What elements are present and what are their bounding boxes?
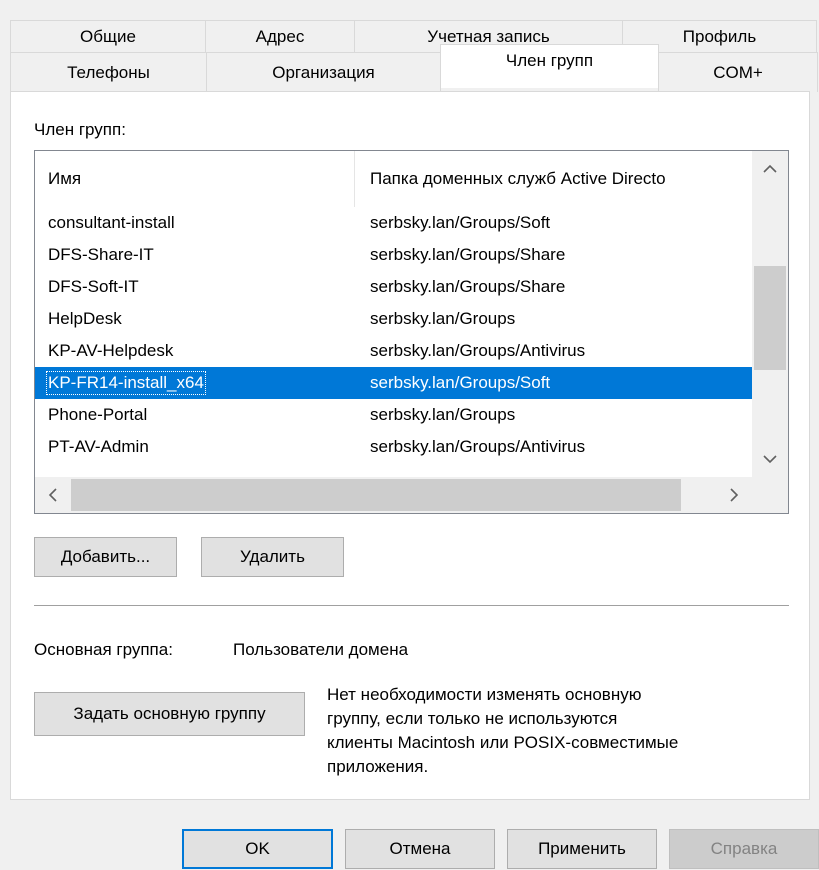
tab-telephones[interactable]: Телефоны [10,52,207,92]
row-folder: serbsky.lan/Groups/Share [370,245,566,264]
row-folder: serbsky.lan/Groups [370,309,516,328]
help-button: Справка [669,829,819,869]
table-row[interactable]: HelpDesk serbsky.lan/Groups [35,303,752,335]
row-folder: serbsky.lan/Groups/Antivirus [370,437,586,456]
set-primary-group-button[interactable]: Задать основную группу [34,692,305,736]
horizontal-scrollbar[interactable] [35,477,752,513]
divider [34,605,789,606]
row-folder: serbsky.lan/Groups/Share [370,277,566,296]
scroll-down-icon[interactable] [752,441,788,477]
groups-list[interactable]: Имя Папка доменных служб Active Directo … [34,150,789,514]
scroll-left-icon[interactable] [35,477,71,513]
tab-row-2: Телефоны Организация Член групп COM+ [10,44,818,92]
table-row[interactable]: consultant-install serbsky.lan/Groups/So… [35,207,752,239]
tab-row-1: Общие Адрес Учетная запись Профиль [10,20,817,52]
cancel-button[interactable]: Отмена [345,829,495,869]
row-folder: serbsky.lan/Groups/Antivirus [370,341,586,360]
primary-group-label: Основная группа: [34,640,173,659]
row-name: KP-FR14-install_x64 [46,371,206,395]
list-header: Имя Папка доменных служб Active Directo [35,151,752,207]
row-name: Phone-Portal [48,405,148,424]
row-folder: serbsky.lan/Groups [370,405,516,424]
row-folder: serbsky.lan/Groups/Soft [370,373,551,392]
table-row-selected[interactable]: KP-FR14-install_x64 serbsky.lan/Groups/S… [35,367,752,399]
column-header-name[interactable]: Имя [35,151,355,207]
remove-button[interactable]: Удалить [201,537,344,577]
table-row[interactable]: DFS-Soft-IT serbsky.lan/Groups/Share [35,271,752,303]
table-row[interactable]: PT-AV-Admin serbsky.lan/Groups/Antivirus [35,431,752,463]
scroll-right-icon[interactable] [716,477,752,513]
scrollbar-corner [752,477,788,513]
column-header-folder[interactable]: Папка доменных служб Active Directo [355,151,752,207]
tab-com-plus[interactable]: COM+ [658,52,818,92]
row-name: consultant-install [48,213,175,232]
row-folder: serbsky.lan/Groups/Soft [370,213,551,232]
tab-organization[interactable]: Организация [206,52,441,92]
table-row[interactable]: Phone-Portal serbsky.lan/Groups [35,399,752,431]
row-name: PT-AV-Admin [48,437,149,456]
tab-member-of[interactable]: Член групп [440,44,659,88]
scroll-up-icon[interactable] [752,151,788,187]
add-button[interactable]: Добавить... [34,537,177,577]
member-of-label: Член групп: [34,120,126,139]
table-row[interactable]: DFS-Share-IT serbsky.lan/Groups/Share [35,239,752,271]
primary-group-note: Нет необходимости изменять основную груп… [327,685,679,776]
table-row[interactable]: KP-AV-Helpdesk serbsky.lan/Groups/Antivi… [35,335,752,367]
tab-general[interactable]: Общие [10,20,206,52]
apply-button[interactable]: Применить [507,829,657,869]
row-name: HelpDesk [48,309,122,328]
tab-address[interactable]: Адрес [205,20,355,52]
row-name: DFS-Soft-IT [48,277,139,296]
vertical-scroll-thumb[interactable] [754,266,786,370]
ok-button[interactable]: OK [182,829,333,869]
row-name: DFS-Share-IT [48,245,154,264]
vertical-scrollbar[interactable] [752,151,788,477]
row-name: KP-AV-Helpdesk [48,341,174,360]
primary-group-value: Пользователи домена [233,640,409,659]
horizontal-scroll-thumb[interactable] [71,479,681,511]
